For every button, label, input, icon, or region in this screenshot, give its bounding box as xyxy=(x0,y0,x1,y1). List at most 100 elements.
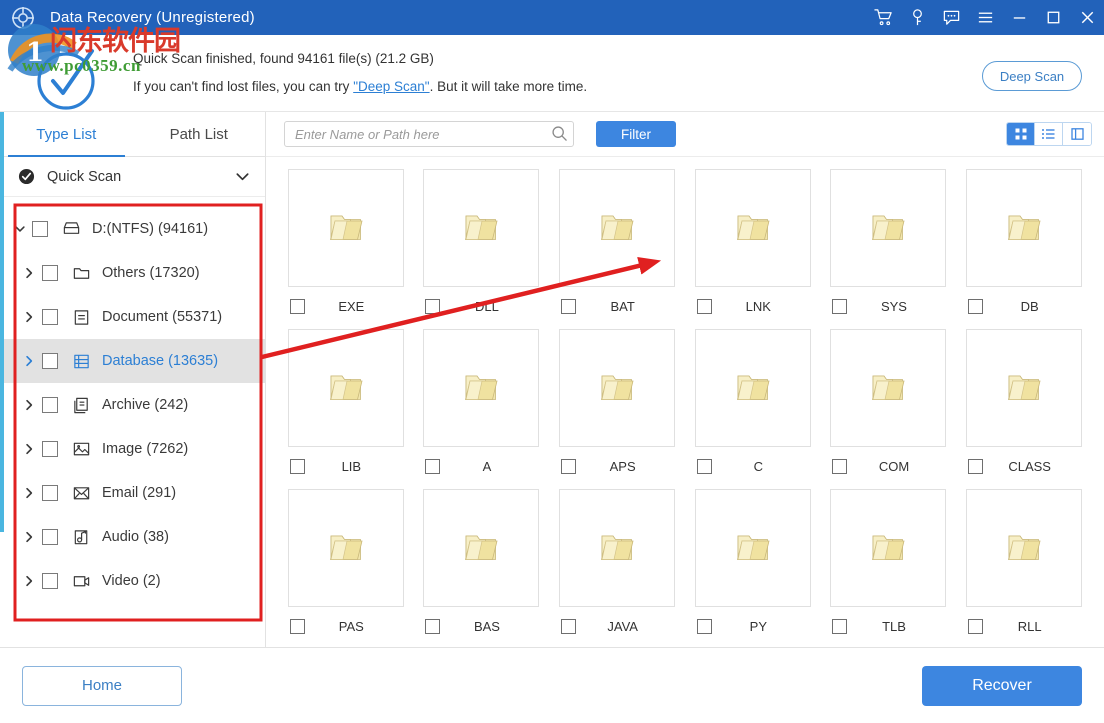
grid-item[interactable]: BAT xyxy=(549,169,685,329)
tab-type-list[interactable]: Type List xyxy=(0,112,133,156)
home-button[interactable]: Home xyxy=(22,666,182,706)
folder-icon[interactable] xyxy=(559,489,675,607)
tree-item-document[interactable]: Document (55371) xyxy=(0,295,265,339)
quick-scan-header[interactable]: Quick Scan xyxy=(0,157,265,197)
grid-item[interactable]: PY xyxy=(685,489,821,647)
grid-item[interactable]: A xyxy=(414,329,550,489)
tree-item-d[interactable]: D:(NTFS) (94161) xyxy=(0,207,265,251)
grid-item[interactable]: PAS xyxy=(278,489,414,647)
grid-item[interactable]: LIB xyxy=(278,329,414,489)
grid-item-checkbox[interactable] xyxy=(968,299,983,314)
tree-item-email[interactable]: Email (291) xyxy=(0,471,265,515)
chevron-down-icon[interactable] xyxy=(8,222,32,236)
folder-icon[interactable] xyxy=(830,489,946,607)
folder-icon[interactable] xyxy=(966,329,1082,447)
folder-icon[interactable] xyxy=(695,489,811,607)
folder-icon[interactable] xyxy=(830,169,946,287)
grid-item[interactable]: CLASS xyxy=(956,329,1092,489)
grid-item-checkbox[interactable] xyxy=(697,299,712,314)
close-icon[interactable] xyxy=(1070,0,1104,35)
filter-button[interactable]: Filter xyxy=(596,121,676,147)
grid-item[interactable]: LNK xyxy=(685,169,821,329)
folder-icon[interactable] xyxy=(695,169,811,287)
tree-item-checkbox[interactable] xyxy=(42,265,58,281)
tree-item-checkbox[interactable] xyxy=(42,573,58,589)
grid-item[interactable]: C xyxy=(685,329,821,489)
grid-item-checkbox[interactable] xyxy=(697,459,712,474)
grid-item-checkbox[interactable] xyxy=(561,619,576,634)
folder-icon[interactable] xyxy=(423,169,539,287)
tree-item-image[interactable]: Image (7262) xyxy=(0,427,265,471)
search-input[interactable] xyxy=(284,121,574,147)
grid-item-checkbox[interactable] xyxy=(832,299,847,314)
grid-item-checkbox[interactable] xyxy=(832,619,847,634)
minimize-icon[interactable] xyxy=(1002,0,1036,35)
grid-item[interactable]: COM xyxy=(821,329,957,489)
tree-item-checkbox[interactable] xyxy=(42,353,58,369)
folder-icon[interactable] xyxy=(559,169,675,287)
grid-item-checkbox[interactable] xyxy=(697,619,712,634)
recover-button[interactable]: Recover xyxy=(922,666,1082,706)
folder-icon[interactable] xyxy=(966,489,1082,607)
chevron-right-icon[interactable] xyxy=(16,574,42,588)
chevron-right-icon[interactable] xyxy=(16,266,42,280)
chevron-right-icon[interactable] xyxy=(16,442,42,456)
folder-icon[interactable] xyxy=(423,329,539,447)
deep-scan-button[interactable]: Deep Scan xyxy=(982,61,1082,91)
grid-item[interactable]: SYS xyxy=(821,169,957,329)
tree-item-others[interactable]: Others (17320) xyxy=(0,251,265,295)
grid-item[interactable]: JAVA xyxy=(549,489,685,647)
deep-scan-link[interactable]: "Deep Scan" xyxy=(353,79,429,94)
grid-item[interactable]: DB xyxy=(956,169,1092,329)
folder-icon[interactable] xyxy=(423,489,539,607)
folder-icon[interactable] xyxy=(288,489,404,607)
grid-item-checkbox[interactable] xyxy=(290,619,305,634)
folder-icon[interactable] xyxy=(288,329,404,447)
grid-item[interactable]: APS xyxy=(549,329,685,489)
grid-item-checkbox[interactable] xyxy=(968,459,983,474)
grid-item[interactable]: RLL xyxy=(956,489,1092,647)
chevron-right-icon[interactable] xyxy=(16,354,42,368)
tree-item-checkbox[interactable] xyxy=(42,529,58,545)
grid-item-checkbox[interactable] xyxy=(561,299,576,314)
grid-view-icon[interactable] xyxy=(1007,123,1035,145)
grid-item-checkbox[interactable] xyxy=(290,299,305,314)
grid-item-checkbox[interactable] xyxy=(832,459,847,474)
grid-item-checkbox[interactable] xyxy=(425,299,440,314)
tree-item-checkbox[interactable] xyxy=(32,221,48,237)
tree-item-checkbox[interactable] xyxy=(42,441,58,457)
tree-item-database[interactable]: Database (13635) xyxy=(0,339,265,383)
grid-item-checkbox[interactable] xyxy=(968,619,983,634)
tree-item-checkbox[interactable] xyxy=(42,397,58,413)
folder-icon[interactable] xyxy=(695,329,811,447)
grid-item[interactable]: EXE xyxy=(278,169,414,329)
tree-item-video[interactable]: Video (2) xyxy=(0,559,265,603)
tab-path-list[interactable]: Path List xyxy=(133,112,266,156)
folder-icon[interactable] xyxy=(966,169,1082,287)
chevron-down-icon[interactable] xyxy=(234,168,251,185)
tree-item-checkbox[interactable] xyxy=(42,309,58,325)
grid-item-checkbox[interactable] xyxy=(425,459,440,474)
chevron-right-icon[interactable] xyxy=(16,486,42,500)
feedback-icon[interactable] xyxy=(934,0,968,35)
tree-item-audio[interactable]: Audio (38) xyxy=(0,515,265,559)
split-view-icon[interactable] xyxy=(1063,123,1091,145)
search-icon[interactable] xyxy=(551,125,568,142)
grid-item[interactable]: DLL xyxy=(414,169,550,329)
key-icon[interactable] xyxy=(900,0,934,35)
grid-item[interactable]: BAS xyxy=(414,489,550,647)
chevron-right-icon[interactable] xyxy=(16,530,42,544)
folder-icon[interactable] xyxy=(559,329,675,447)
folder-icon[interactable] xyxy=(288,169,404,287)
tree-item-checkbox[interactable] xyxy=(42,485,58,501)
grid-item-checkbox[interactable] xyxy=(290,459,305,474)
folder-icon[interactable] xyxy=(830,329,946,447)
menu-icon[interactable] xyxy=(968,0,1002,35)
tree-item-archive[interactable]: Archive (242) xyxy=(0,383,265,427)
grid-item[interactable]: TLB xyxy=(821,489,957,647)
grid-item-checkbox[interactable] xyxy=(425,619,440,634)
grid-item-checkbox[interactable] xyxy=(561,459,576,474)
chevron-right-icon[interactable] xyxy=(16,398,42,412)
list-view-icon[interactable] xyxy=(1035,123,1063,145)
cart-icon[interactable] xyxy=(866,0,900,35)
